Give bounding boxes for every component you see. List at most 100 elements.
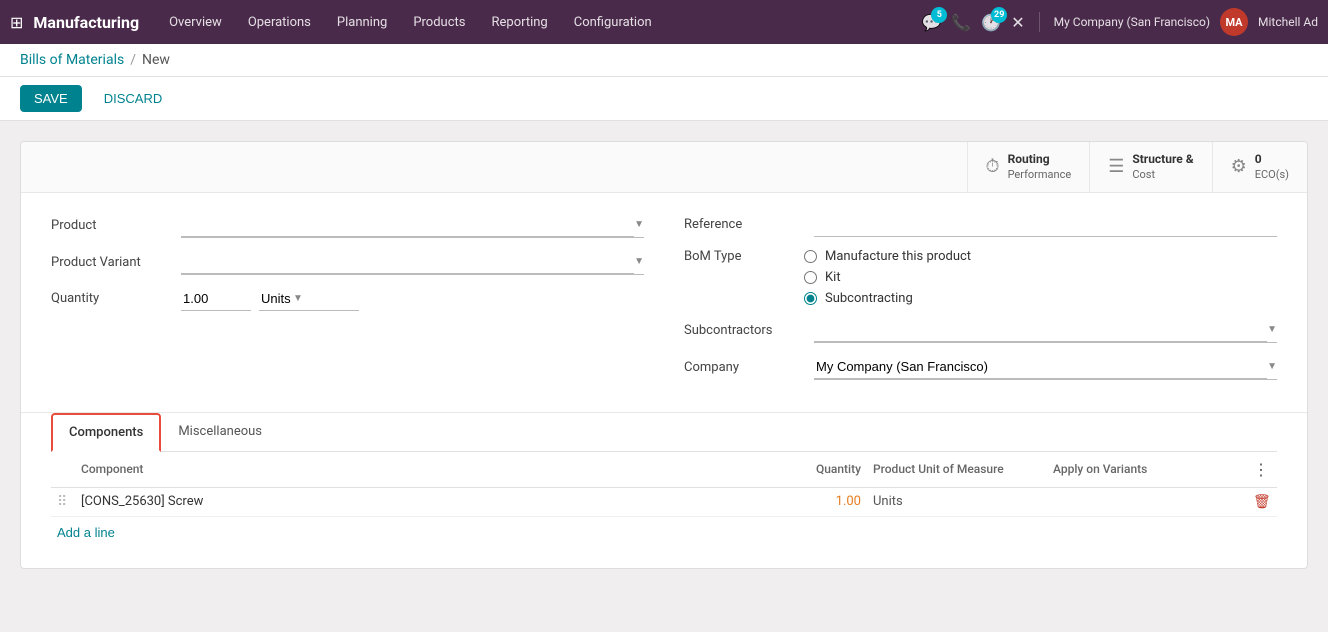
tabs-section: Components Miscellaneous <box>21 412 1307 452</box>
product-label: Product <box>51 218 171 233</box>
quantity-group: Quantity 1.00 Units ▼ <box>51 287 644 311</box>
subcontractors-dropdown-arrow: ▼ <box>1267 324 1277 335</box>
nav-reporting[interactable]: Reporting <box>480 9 560 36</box>
product-variant-select-wrapper: ▼ <box>181 250 644 275</box>
th-component: Component <box>75 452 767 488</box>
tab-miscellaneous[interactable]: Miscellaneous <box>161 413 279 452</box>
bom-type-subcontracting-radio[interactable] <box>804 292 817 305</box>
company-name: My Company (San Francisco) <box>1054 15 1210 29</box>
reference-group: Reference <box>684 213 1277 237</box>
top-actions: 💬 5 📞 🕐 29 ✕ My Company (San Francisco) … <box>921 8 1318 36</box>
product-variant-label: Product Variant <box>51 255 171 270</box>
product-group: Product ▼ <box>51 213 644 238</box>
quantity-input-group: 1.00 Units ▼ <box>181 287 359 311</box>
discard-button[interactable]: DISCARD <box>90 85 177 112</box>
company-input[interactable]: My Company (San Francisco) <box>814 355 1267 379</box>
structure-cost-btn[interactable]: ☰ Structure & Cost <box>1089 142 1211 192</box>
quantity-label: Quantity <box>51 291 171 306</box>
eco-btn[interactable]: ⚙ 0 ECO(s) <box>1212 142 1307 192</box>
table-header-row: Component Quantity Product Unit of Measu… <box>51 452 1277 488</box>
reference-input[interactable] <box>814 213 1277 237</box>
column-options-icon[interactable]: ⋮ <box>1253 460 1269 479</box>
form-card: ⏱ Routing Performance ☰ Structure & Cost… <box>20 141 1308 569</box>
top-navigation: ⊞ Manufacturing Overview Operations Plan… <box>0 0 1328 44</box>
bom-type-kit-option[interactable]: Kit <box>804 270 971 285</box>
bom-type-kit-radio[interactable] <box>804 271 817 284</box>
app-brand[interactable]: Manufacturing <box>33 13 139 32</box>
tab-list: Components Miscellaneous <box>51 413 1277 452</box>
chat-icon-btn[interactable]: 💬 5 <box>921 13 941 32</box>
form-body: Product ▼ Product Variant ▼ Quantity <box>21 193 1307 412</box>
subcontractors-label: Subcontractors <box>684 323 804 338</box>
delete-cell: 🗑 <box>1247 487 1277 516</box>
structure-label: Structure & Cost <box>1132 152 1193 182</box>
smart-buttons-row: ⏱ Routing Performance ☰ Structure & Cost… <box>21 142 1307 193</box>
th-uom: Product Unit of Measure <box>867 452 1047 488</box>
component-cell[interactable]: [CONS_25630] Screw <box>75 487 767 516</box>
delete-row-icon[interactable]: 🗑 <box>1253 494 1271 510</box>
add-line-button[interactable]: Add a line <box>51 517 121 548</box>
th-options[interactable]: ⋮ <box>1247 452 1277 488</box>
th-drag <box>51 452 75 488</box>
product-variant-input[interactable] <box>181 250 634 274</box>
nav-operations[interactable]: Operations <box>236 9 323 36</box>
quantity-input[interactable]: 1.00 <box>181 287 251 311</box>
product-input[interactable] <box>181 213 634 237</box>
quantity-cell[interactable]: 1.00 <box>767 487 867 516</box>
nav-menu: Overview Operations Planning Products Re… <box>157 9 921 36</box>
bom-type-label: BoM Type <box>684 249 804 264</box>
clock-icon-btn[interactable]: 🕐 29 <box>981 13 1001 32</box>
phone-icon-btn[interactable]: 📞 <box>951 13 971 32</box>
subcontractors-group: Subcontractors ▼ <box>684 318 1277 343</box>
bom-type-manufacture-radio[interactable] <box>804 250 817 263</box>
bom-type-section: BoM Type Manufacture this product Kit <box>684 249 1277 306</box>
unit-select[interactable]: Units <box>259 287 293 310</box>
variant-dropdown-arrow: ▼ <box>634 256 644 267</box>
breadcrumb: Bills of Materials / New <box>0 44 1328 77</box>
breadcrumb-current: New <box>142 52 170 68</box>
product-dropdown-arrow: ▼ <box>634 219 644 230</box>
chat-badge: 5 <box>931 7 947 23</box>
components-table: Component Quantity Product Unit of Measu… <box>51 452 1277 517</box>
nav-products[interactable]: Products <box>401 9 477 36</box>
nav-divider <box>1039 12 1040 32</box>
grid-icon[interactable]: ⊞ <box>10 13 23 32</box>
product-select-wrapper: ▼ <box>181 213 644 238</box>
close-icon-btn[interactable]: ✕ <box>1011 13 1024 32</box>
save-button[interactable]: SAVE <box>20 85 82 112</box>
subcontractors-select-wrapper: ▼ <box>814 318 1277 343</box>
unit-dropdown-arrow: ▼ <box>293 293 303 304</box>
company-dropdown-arrow: ▼ <box>1267 361 1277 372</box>
table-section: Component Quantity Product Unit of Measu… <box>21 452 1307 568</box>
nav-planning[interactable]: Planning <box>325 9 399 36</box>
breadcrumb-parent[interactable]: Bills of Materials <box>20 52 124 68</box>
bom-type-subcontracting-option[interactable]: Subcontracting <box>804 291 971 306</box>
bom-type-manufacture-option[interactable]: Manufacture this product <box>804 249 971 264</box>
tab-components[interactable]: Components <box>51 413 161 452</box>
bom-type-kit-label: Kit <box>825 270 841 285</box>
clock-badge: 29 <box>991 7 1007 23</box>
nav-configuration[interactable]: Configuration <box>562 9 664 36</box>
eco-label: 0 ECO(s) <box>1255 152 1289 182</box>
nav-overview[interactable]: Overview <box>157 9 234 36</box>
routing-icon: ⏱ <box>986 156 1000 177</box>
uom-cell[interactable]: Units <box>867 487 1047 516</box>
unit-select-wrapper: Units ▼ <box>259 287 359 311</box>
bom-type-radio-group: Manufacture this product Kit Subcontract… <box>804 249 971 306</box>
table-row: ⠿ [CONS_25630] Screw 1.00 Units 🗑 <box>51 487 1277 516</box>
subcontractors-input[interactable] <box>814 318 1267 342</box>
main-content: ⏱ Routing Performance ☰ Structure & Cost… <box>0 121 1328 589</box>
routing-performance-btn[interactable]: ⏱ Routing Performance <box>967 142 1090 192</box>
variants-cell <box>1047 487 1247 516</box>
drag-handle-icon[interactable]: ⠿ <box>57 494 67 510</box>
eco-icon: ⚙ <box>1231 156 1247 177</box>
form-left-col: Product ▼ Product Variant ▼ Quantity <box>51 213 644 392</box>
form-right-col: Reference BoM Type Manufacture this prod… <box>684 213 1277 392</box>
reference-label: Reference <box>684 217 804 232</box>
th-quantity: Quantity <box>767 452 867 488</box>
drag-handle-cell: ⠿ <box>51 487 75 516</box>
action-bar: SAVE DISCARD <box>0 77 1328 121</box>
avatar[interactable]: MA <box>1220 8 1248 36</box>
company-group: Company My Company (San Francisco) ▼ <box>684 355 1277 380</box>
breadcrumb-separator: / <box>130 52 136 68</box>
